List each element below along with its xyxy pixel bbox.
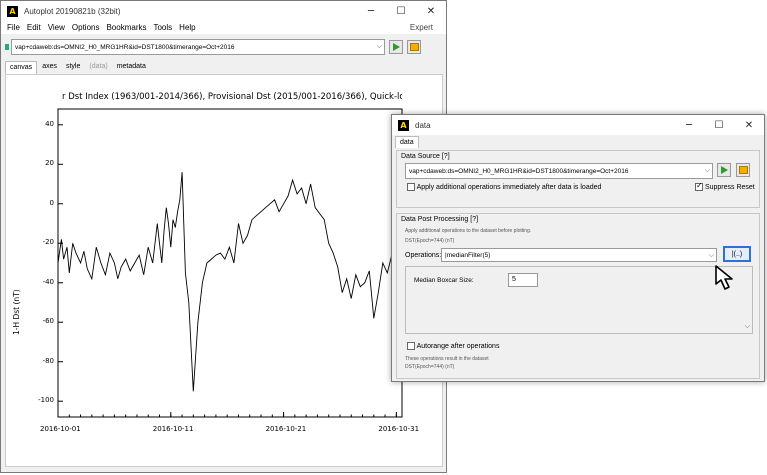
bookmarks-button[interactable] [407,40,421,54]
data-source-group: Data Source [?] vap+cdaweb:ds=OMNI2_H0_M… [396,150,760,208]
bookmarks-button[interactable] [736,163,750,177]
filter-parameters-panel: Median Boxcar Size: 5 ⌵ [405,266,753,334]
result-dataset-label: DST(Epoch=744) (nT) [405,364,455,370]
post-processing-group: Data Post Processing [?] Apply additiona… [396,213,760,379]
tab-metadata[interactable]: metadata [113,61,150,74]
url-input-value: vap+cdaweb:ds=OMNI2_H0_MRG1HR&id=DST1800… [15,43,235,51]
menu-bookmarks[interactable]: Bookmarks [106,23,146,32]
data-source-icon [5,44,9,50]
apply-ops-row: Apply additional operations immediately … [407,183,601,191]
autorange-checkbox[interactable] [407,342,415,350]
autorange-label: Autorange after operations [416,342,500,350]
bookmark-folder-icon [738,166,748,174]
operations-input[interactable]: |medianFilter(5) ⌵ [441,248,717,262]
tab-style[interactable]: style [62,61,84,74]
play-icon [392,43,400,51]
dst-series-line [57,172,402,392]
tab-axes[interactable]: axes [38,61,61,74]
menu-edit[interactable]: Edit [27,23,41,32]
minimize-icon[interactable]: ─ [674,115,704,135]
main-window-title: Autoplot 20190821b (32bit) [24,6,121,16]
dialog-titlebar[interactable]: A data ─ ☐ ✕ [392,115,764,135]
tab-data[interactable]: (data) [85,61,111,74]
data-dialog: A data ─ ☐ ✕ data Data Source [?] vap+cd… [391,114,765,382]
suppress-reset-checkbox[interactable] [695,181,703,191]
post-processing-title: Data Post Processing [?] [401,216,479,223]
dialog-title: data [415,120,431,130]
minimize-icon[interactable]: ─ [356,1,386,21]
chevron-down-icon[interactable]: ⌵ [377,43,382,51]
menu-tools[interactable]: Tools [153,23,172,32]
apply-ops-label: Apply additional operations immediately … [416,183,602,191]
main-tabs: canvas axes style (data) metadata [5,61,151,74]
plot-frame [57,108,403,418]
mouse-cursor-icon [715,265,733,290]
operations-editor-button[interactable]: |(..) [723,246,751,262]
operations-label: Operations: [405,252,442,259]
median-boxcar-input[interactable]: 5 [508,273,538,287]
input-dataset-label: DST(Epoch=744) (nT) [405,238,455,244]
expert-mode-label[interactable]: Expert [410,23,433,32]
autorange-row: Autorange after operations [407,342,499,350]
menu-file[interactable]: File [7,23,20,32]
url-input[interactable]: vap+cdaweb:ds=OMNI2_H0_MRG1HR&id=DST1800… [11,39,385,55]
post-processing-hint: Apply additional operations to the datas… [405,228,532,234]
suppress-reset-row: Suppress Reset [695,181,755,191]
dialog-url-value: vap+cdaweb:ds=OMNI2_H0_MRG1HR&id=DST1800… [409,167,629,175]
go-button[interactable] [389,40,403,54]
tab-canvas[interactable]: canvas [5,61,38,74]
maximize-icon[interactable]: ☐ [704,115,734,135]
url-row: vap+cdaweb:ds=OMNI2_H0_MRG1HR&id=DST1800… [5,39,421,55]
maximize-icon[interactable]: ☐ [386,1,416,21]
play-icon [720,166,728,174]
plot-canvas[interactable]: r Dst Index (1963/001-2014/366), Provisi… [5,74,443,467]
result-note: These operations result in the dataset [405,356,489,362]
chevron-down-icon[interactable]: ⌵ [705,167,710,175]
apply-ops-checkbox[interactable] [407,183,415,191]
menubar: File Edit View Options Bookmarks Tools H… [1,20,446,34]
autoplot-logo-icon: A [7,5,18,17]
close-icon[interactable]: ✕ [734,115,764,135]
go-button[interactable] [717,163,731,177]
median-boxcar-label: Median Boxcar Size: [414,277,474,284]
chevron-down-icon[interactable]: ⌵ [709,252,714,260]
autoplot-logo-icon: A [398,119,409,131]
data-source-title: Data Source [?] [401,153,450,160]
operations-value: |medianFilter(5) [445,251,491,259]
line-chart[interactable] [6,75,444,468]
bookmark-folder-icon [409,43,419,51]
menu-options[interactable]: Options [72,23,100,32]
tab-data-dialog[interactable]: data [395,136,419,148]
scroll-chevron-down-icon[interactable]: ⌵ [745,323,750,331]
main-titlebar[interactable]: A Autoplot 20190821b (32bit) ─ ☐ ✕ [1,1,446,21]
suppress-reset-label: Suppress Reset [704,183,755,191]
menu-help[interactable]: Help [179,23,195,32]
autoplot-window: A Autoplot 20190821b (32bit) ─ ☐ ✕ File … [0,0,447,473]
menu-view[interactable]: View [48,23,65,32]
close-icon[interactable]: ✕ [416,1,446,21]
dialog-url-input[interactable]: vap+cdaweb:ds=OMNI2_H0_MRG1HR&id=DST1800… [405,163,713,179]
